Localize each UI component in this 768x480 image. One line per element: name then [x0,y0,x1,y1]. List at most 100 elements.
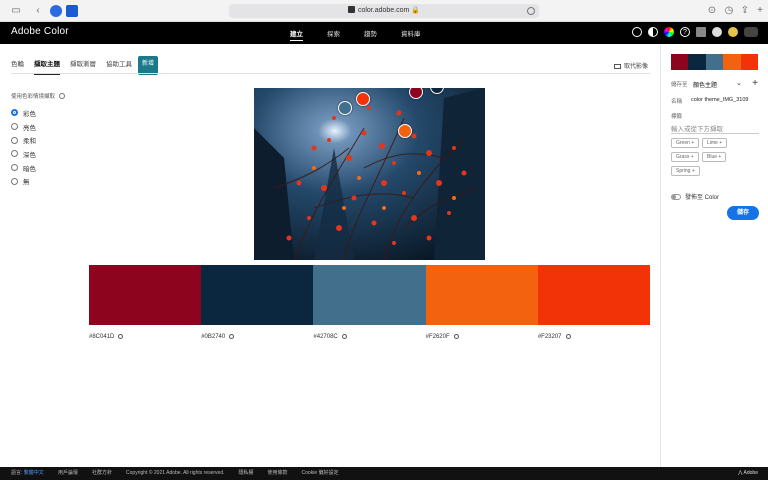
hex-text: #0B2740 [201,334,226,340]
footer-link-terms[interactable]: 使用條款 [268,467,288,480]
tags-label: 標籤 [671,114,683,120]
copy-icon[interactable] [341,334,347,339]
reload-icon[interactable] [527,7,535,15]
replace-image-label: 取代影像 [624,64,649,70]
adobe-logo[interactable]: ⋀ Adobe [738,467,758,480]
swatch-2[interactable] [201,265,314,325]
hex-code-4[interactable]: #F2620F [426,334,538,340]
contrast-icon[interactable] [648,27,658,37]
chevron-down-icon[interactable]: ⌄ [736,79,742,87]
color-wheel-icon[interactable] [664,27,674,37]
brand-logo[interactable]: Adobe Color [11,26,69,37]
radio-icon [11,136,18,144]
toggle-switch-icon [671,194,681,200]
apps-grid-icon[interactable] [696,27,706,37]
save-panel: 儲存至 顏色主題 ⌄ + 名稱 color theme_IMG_3109 標籤 … [660,44,768,467]
copy-icon[interactable] [565,334,571,339]
save-to-select[interactable]: 顏色主題 [693,80,717,89]
swatch-3[interactable] [313,265,426,325]
copyright-text: Copyright © 2021 Adobe. All rights reser… [126,470,225,476]
nav-libraries[interactable]: 資料庫 [401,28,421,41]
footer-links: 用戶論壇 社群方針 Copyright © 2021 Adobe. All ri… [58,467,339,480]
download-icon[interactable]: ⊙ [706,5,718,17]
mood-label: 深色 [23,151,36,159]
radio-icon [11,177,18,185]
mood-option-muted[interactable]: 柔和 [11,133,36,147]
publish-toggle[interactable]: 發佈至 Color [671,186,719,204]
top-nav: 建立 探索 趨勢 資料庫 [290,28,421,41]
nav-trends[interactable]: 趨勢 [364,28,377,41]
add-library-icon[interactable]: + [752,78,758,89]
footer-link-cookies[interactable]: Cookie 偏好設定 [302,467,339,480]
avatar[interactable] [728,27,738,37]
footer-link-guidelines[interactable]: 社群方針 [92,467,112,480]
extension-icon[interactable] [50,5,62,17]
mood-option-colorful[interactable]: 彩色 [11,106,36,120]
switcher-icon[interactable] [744,27,758,37]
tag-chip[interactable]: Blue + [702,152,727,162]
lock-icon: 🔒 [411,7,421,14]
footer: 語言: 繁體中文 用戶論壇 社群方針 Copyright © 2021 Adob… [0,467,768,480]
radio-icon [11,164,18,172]
replace-image-button[interactable]: 取代影像 [614,61,648,70]
tag-chip[interactable]: Green + [671,138,700,148]
header-icons: ? [632,27,758,37]
mood-option-deep[interactable]: 深色 [11,147,36,161]
mood-option-dark[interactable]: 暗色 [11,161,36,175]
tag-chip[interactable]: Grass + [671,152,699,162]
adobe-logo-icon: ⋀ [738,470,743,476]
mini-palette [671,54,759,70]
mood-option-none[interactable]: 無 [11,174,36,188]
swatch-4[interactable] [425,265,538,325]
hex-code-5[interactable]: #F23207 [538,334,650,340]
tag-chip[interactable]: Lime + [702,138,728,148]
save-to-label: 儲存至 [671,82,688,88]
footer-link-privacy[interactable]: 隱私權 [239,467,254,480]
tag-text: Green [676,140,690,146]
nav-create[interactable]: 建立 [290,28,303,41]
copy-icon[interactable] [453,334,459,339]
hex-text: #F23207 [537,334,562,340]
save-button[interactable]: 儲存 [727,206,759,220]
color-picker-pin-5[interactable] [356,92,370,106]
name-label: 名稱 [671,99,683,105]
swatch-1[interactable] [89,265,202,325]
shield-icon[interactable] [66,5,78,17]
hex-code-1[interactable]: #8C041D [89,334,201,340]
share-icon[interactable]: ⇪ [739,5,751,17]
notifications-icon[interactable] [712,27,722,37]
copy-icon[interactable] [118,334,124,339]
language-selector[interactable]: 語言: 繁體中文 [11,467,44,480]
back-icon[interactable]: ‹ [32,5,44,17]
history-icon[interactable]: ◷ [723,5,735,17]
mood-option-bright[interactable]: 亮色 [11,120,36,134]
site-favicon-icon [347,6,355,13]
mini-swatch-3 [705,54,724,70]
hex-code-2[interactable]: #0B2740 [201,334,313,340]
settings-icon[interactable] [632,27,642,37]
help-icon[interactable]: ? [680,27,690,37]
hex-code-3[interactable]: #42708C [313,334,425,340]
sidebar-toggle-icon[interactable]: ▭ [10,5,22,17]
publish-label: 發佈至 Color [685,195,720,201]
url-text: color.adobe.com [357,7,410,14]
source-image[interactable] [254,88,485,260]
address-bar[interactable]: color.adobe.com 🔒 [229,4,539,18]
nav-explore[interactable]: 探索 [327,28,340,41]
mood-label: 暗色 [23,165,36,173]
tags-input[interactable]: 輸入或從下方擷取 [671,123,723,133]
tag-chip[interactable]: Spring + [671,166,700,176]
footer-link-forums[interactable]: 用戶論壇 [58,467,78,480]
tag-text: Lime [707,140,718,146]
radio-icon [11,150,18,158]
color-picker-pin-4[interactable] [398,124,412,138]
color-picker-pin-3[interactable] [338,101,352,115]
swatch-5[interactable] [537,265,651,325]
hex-text: #8C041D [89,334,115,340]
language-link[interactable]: 繁體中文 [24,470,44,476]
copy-icon[interactable] [229,334,235,339]
new-tab-icon[interactable]: + [754,5,766,17]
mini-swatch-2 [688,54,706,70]
info-icon[interactable] [59,93,66,99]
theme-name-field[interactable]: color theme_IMG_3109 [691,97,748,103]
